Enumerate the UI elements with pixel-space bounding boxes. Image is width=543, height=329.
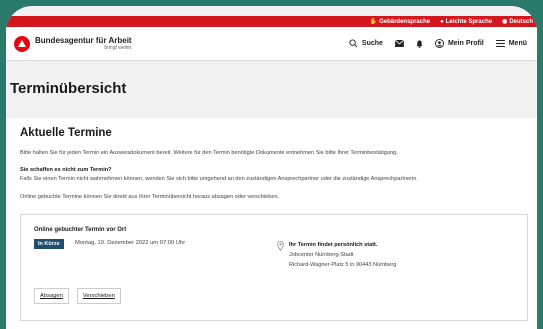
section-title: Aktuelle Termine: [20, 127, 112, 139]
reschedule-button[interactable]: Verschieben: [76, 288, 121, 304]
search-icon: [349, 39, 358, 48]
location-heading: Ihr Termin findet persönlich statt.: [289, 242, 378, 248]
logo-icon: [14, 35, 30, 52]
menu-button[interactable]: Menü: [495, 40, 527, 47]
browser-frame: ✋ Gebärdensprache ● Leichte Sprache ◉ De…: [6, 6, 537, 329]
notification-button[interactable]: [416, 40, 423, 48]
hand-icon: ✋: [369, 19, 378, 25]
missed-heading: Sie schaffen es nicht zum Termin?: [20, 167, 112, 173]
profile-button[interactable]: Mein Profil: [434, 39, 484, 48]
appointment-card: Online gebuchter Termin vor Ort In Kürze…: [20, 214, 528, 321]
missed-text: Falls Sie einen Termin nicht wahrnehmen …: [20, 176, 418, 182]
appointment-date: Montag, 19. Dezember 2022 um 07:00 Uhr: [75, 240, 186, 246]
appointment-actions: Absagen Verschieben: [34, 288, 121, 304]
hamburger-icon: [495, 40, 505, 47]
appointment-location: Ihr Termin findet persönlich statt. Jobc…: [289, 240, 396, 270]
info-text: Bitte halten Sie für jeden Termin ein Au…: [20, 150, 398, 156]
language-link[interactable]: ◉ Deutsch: [502, 18, 533, 26]
office-address: Richard-Wagner-Platz 5 in 90443 Nürnberg: [289, 262, 397, 268]
person-icon: ●: [440, 18, 444, 25]
header-nav: Suche Mein Profil Menü: [349, 39, 537, 48]
bell-icon: [416, 40, 423, 48]
site-header: Bundesagentur für Arbeit bringt weiter S…: [6, 27, 537, 61]
mail-icon: [394, 40, 404, 47]
accessibility-bar: ✋ Gebärdensprache ● Leichte Sprache ◉ De…: [6, 16, 537, 27]
org-claim: bringt weiter: [104, 44, 132, 51]
status-badge: In Kürze: [34, 239, 64, 249]
mail-button[interactable]: [394, 40, 404, 47]
sign-language-link[interactable]: ✋ Gebärdensprache: [369, 18, 431, 26]
org-name: Bundesagentur für Arbeit: [35, 35, 132, 45]
location-pin-icon: [277, 241, 284, 251]
appointments-panel: Aktuelle Termine Bitte halten Sie für je…: [6, 118, 537, 329]
easy-language-link[interactable]: ● Leichte Sprache: [440, 19, 492, 25]
logo[interactable]: Bundesagentur für Arbeit bringt weiter: [14, 35, 132, 52]
cancel-button[interactable]: Absagen: [34, 288, 69, 304]
appointment-title: Online gebuchter Termin vor Ort: [34, 227, 127, 233]
search-button[interactable]: Suche: [349, 39, 383, 48]
page-title: Terminübersicht: [10, 80, 127, 97]
user-icon: [434, 39, 444, 48]
globe-icon: ◉: [502, 19, 508, 25]
office-name: Jobcenter Nürnberg-Stadt: [289, 252, 354, 258]
online-text: Online gebuchte Termine können Sie direk…: [20, 194, 280, 200]
